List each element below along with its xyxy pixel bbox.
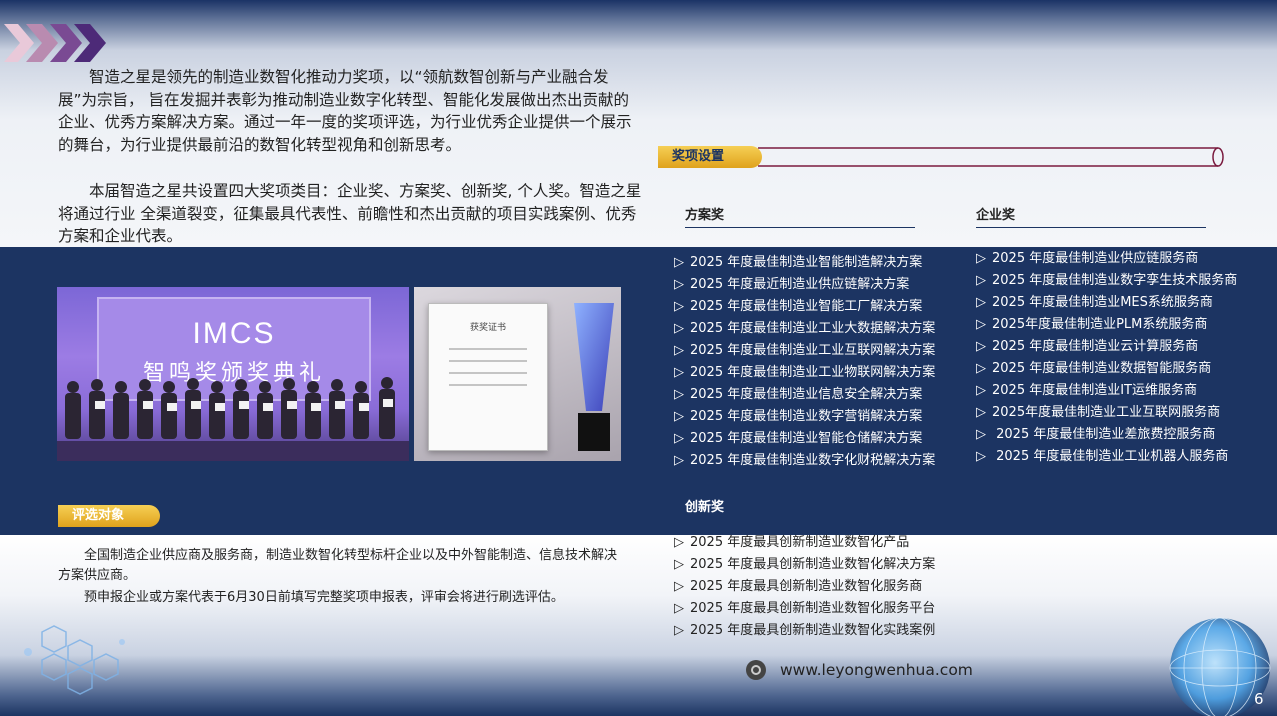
list-item: ▷ 2025 年度最佳制造业智能工厂解决方案	[674, 299, 923, 314]
list-item: ▷ 2025 年度最佳制造业云计算服务商	[976, 339, 1199, 354]
certificate-frame: 获奖证书	[428, 303, 548, 451]
intro-paragraph-2: 本届智造之星共设置四大奖项类目：企业奖、方案奖、创新奖, 个人奖。智造之星将通过…	[58, 182, 642, 245]
list-item: ▷ 2025 年度最佳制造业供应链服务商	[976, 251, 1199, 266]
corporate-award-list: ▷ 2025 年度最佳制造业供应链服务商 ▷ 2025 年度最佳制造业数字孪生技术服…	[976, 248, 1237, 468]
list-item: ▷ 2025 年度最具创新制造业数智化实践案例	[674, 623, 936, 638]
innovation-award-list: ▷ 2025 年度最具创新制造业数智化产品 ▷ 2025 年度最具创新制造业数智化解…	[674, 532, 935, 642]
certificate-line	[449, 372, 527, 374]
web-logo-icon	[746, 660, 766, 680]
crystal-trophy-icon	[574, 303, 614, 451]
list-item: ▷ 2025 年度最具创新制造业数智化服务商	[674, 579, 923, 594]
certificate-line	[449, 348, 527, 350]
list-item: ▷ 2025 年度最佳制造业MES系统服务商	[976, 295, 1213, 310]
list-item: ▷ 2025 年度最佳制造业IT运维服务商	[976, 383, 1197, 398]
page-number: 6	[1254, 690, 1264, 708]
slide: 智造之星是领先的制造业数智化推动力奖项，以“领航数智创新与产业融合发展”为宗旨，…	[0, 0, 1277, 716]
list-item: ▷ 2025年度最佳制造业工业互联网服务商	[976, 405, 1221, 420]
certificate-line	[449, 384, 527, 386]
list-item: ▷ 2025 年度最佳制造业智能仓储解决方案	[674, 431, 923, 446]
list-item: ▷ 2025 年度最佳制造业智能制造解决方案	[674, 255, 923, 270]
award-winners-group	[57, 377, 409, 461]
list-item: ▷ 2025 年度最具创新制造业数智化服务平台	[674, 601, 936, 616]
list-item: ▷ 2025 年度最具创新制造业数智化解决方案	[674, 557, 936, 572]
list-item: ▷ 2025 年度最佳制造业工业互联网解决方案	[674, 343, 936, 358]
list-item: ▷ 2025 年度最佳制造业数字营销解决方案	[674, 409, 923, 424]
evaluation-paragraph-2: 预申报企业或方案代表于6月30日前填写完整奖项申报表，评审会将进行刷选评估。	[84, 590, 564, 605]
certificate-title: 获奖证书	[469, 323, 506, 333]
evaluation-paragraph-1: 全国制造企业供应商及服务商，制造业数智化转型标杆企业以及中外智能制造、信息技术解…	[58, 548, 618, 583]
certificate-line	[449, 360, 527, 362]
list-item: ▷ 2025 年度最佳制造业工业物联网解决方案	[674, 365, 936, 380]
list-item: ▷ 2025 年度最佳制造业工业大数据解决方案	[674, 321, 936, 336]
ceremony-photo: IMCS 智鸣奖颁奖典礼	[57, 287, 409, 461]
scheme-award-heading: 方案奖	[685, 204, 915, 228]
intro-paragraph-1: 智造之星是领先的制造业数智化推动力奖项，以“领航数智创新与产业融合发展”为宗旨，…	[58, 68, 632, 154]
corporate-award-heading: 企业奖	[976, 204, 1206, 228]
awards-tag: 奖项设置	[658, 146, 762, 168]
innovation-award-heading: 创新奖	[685, 500, 725, 515]
chevron-arrows-icon	[4, 24, 106, 62]
list-item: ▷ 2025 年度最佳制造业差旅费控服务商	[976, 427, 1216, 442]
list-item: ▷ 2025 年度最佳制造业工业机器人服务商	[976, 449, 1229, 464]
banner-main-text: IMCS	[192, 317, 276, 350]
list-item: ▷ 2025 年度最佳制造业数据智能服务商	[976, 361, 1212, 376]
list-item: ▷ 2025年度最佳制造业PLM系统服务商	[976, 317, 1208, 332]
evaluation-tag: 评选对象	[58, 505, 160, 527]
trophy-photo: 获奖证书	[414, 287, 621, 461]
tech-hexagon-icon	[24, 625, 125, 695]
list-item: ▷ 2025 年度最佳制造业数字孪生技术服务商	[976, 273, 1238, 288]
list-item: ▷ 2025 年度最佳制造业数字化财税解决方案	[674, 453, 936, 468]
list-item: ▷ 2025 年度最近制造业供应链解决方案	[674, 277, 910, 292]
list-item: ▷ 2025 年度最佳制造业信息安全解决方案	[674, 387, 923, 402]
list-item: ▷ 2025 年度最具创新制造业数智化产品	[674, 535, 910, 550]
website-url[interactable]: www.leyongwenhua.com	[780, 658, 973, 682]
scheme-award-list: ▷ 2025 年度最佳制造业智能制造解决方案 ▷ 2025 年度最近制造业供应链解决…	[674, 252, 935, 472]
